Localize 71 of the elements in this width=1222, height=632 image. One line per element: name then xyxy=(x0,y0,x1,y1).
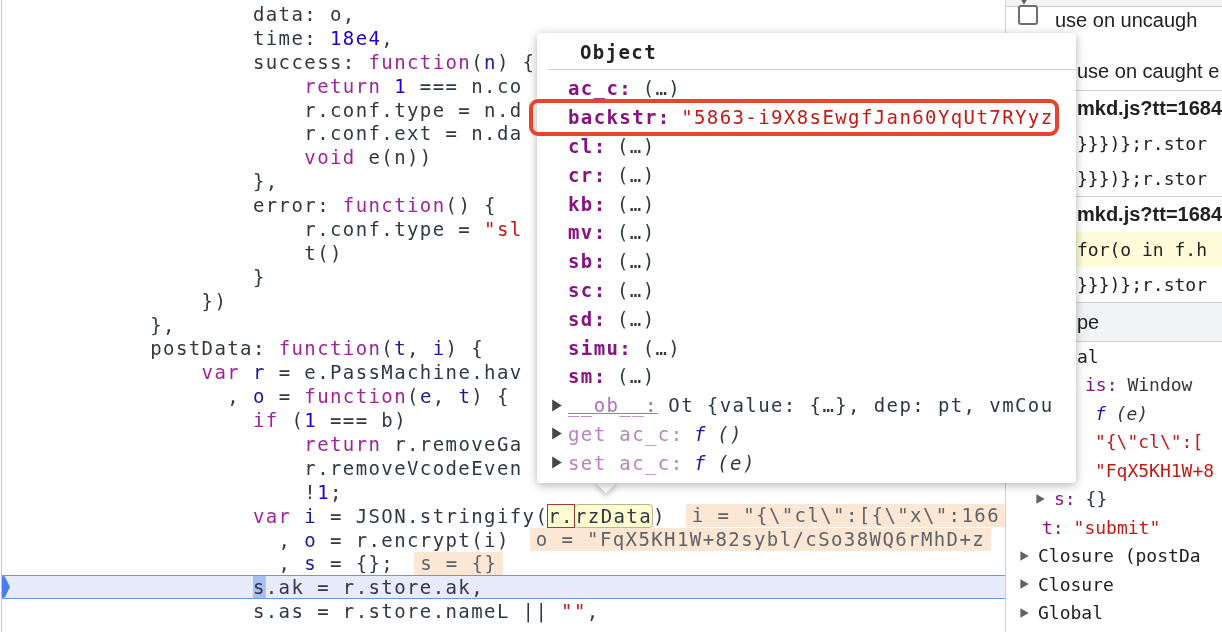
code-line: t() xyxy=(303,241,343,264)
execution-arrow-icon xyxy=(2,576,10,599)
code-line: return 1 === n.co xyxy=(303,74,523,97)
triangle-icon[interactable] xyxy=(551,398,563,412)
triangle-icon[interactable] xyxy=(1034,492,1046,505)
code-line: , s = {}; xyxy=(277,552,395,575)
code-line: } xyxy=(251,265,266,288)
code-line: var r = e.PassMachine.hav xyxy=(200,361,523,384)
triangle-icon[interactable] xyxy=(551,427,563,441)
scope-variable: t: "submit" xyxy=(1042,516,1161,538)
code-line: r.removeVcodeEven xyxy=(303,456,523,479)
checkbox[interactable] xyxy=(1018,5,1038,25)
triangle-icon[interactable] xyxy=(1018,549,1030,562)
property: __ob__: Ot {value: {…}, dep: pt, vmCou xyxy=(568,394,1054,417)
scope-label[interactable]: Closure xyxy=(1038,573,1114,595)
triangle-icon[interactable] xyxy=(551,456,563,470)
property: mv: (…) xyxy=(568,221,656,244)
property: kb: (…) xyxy=(568,192,656,215)
property: sm: (…) xyxy=(568,365,656,388)
code-line: , o = r.encrypt(i) xyxy=(277,528,510,551)
file-name: mkd.js?tt=1684 xyxy=(1077,97,1222,120)
code-line: time: 18e4, xyxy=(251,26,395,49)
code-line: }, xyxy=(149,313,176,336)
triangle-icon[interactable] xyxy=(1018,578,1030,591)
scope-variable: f (e) xyxy=(1093,402,1149,424)
scope-label[interactable]: Closure (postDa xyxy=(1038,545,1201,567)
scope-variable: s: {} xyxy=(1054,488,1108,510)
property: sc: (…) xyxy=(568,278,656,301)
code-line: success: function(n) { xyxy=(251,50,536,73)
property: cl: (…) xyxy=(568,135,656,157)
code-line: if (1 === b) xyxy=(251,409,408,432)
code-line: postData: function(t, i) { xyxy=(149,337,485,360)
scope-variable: "FqX5KH1W+8 xyxy=(1093,459,1215,481)
code-line: var i = JSON.stringify(r.rzData) xyxy=(251,504,666,527)
triangle-icon[interactable] xyxy=(1018,606,1030,619)
code-line: r.conf.ext = n.da xyxy=(303,122,523,145)
scope-label[interactable]: al xyxy=(1077,345,1099,367)
property: cr: (…) xyxy=(568,163,656,186)
code-line: error: function() { xyxy=(251,194,497,217)
breakpoint-code[interactable]: }}})};r.stor xyxy=(1077,274,1208,295)
code-line: , o = function(e, t) { xyxy=(226,385,510,408)
code-line: }, xyxy=(251,170,279,193)
section-title: pe xyxy=(1077,310,1100,334)
property: sd: (…) xyxy=(568,307,656,330)
inline-value: i = "{\"cl\":[{\"x\":166 xyxy=(685,504,1005,528)
code-line: }) xyxy=(200,289,228,312)
option-label: use on uncaugh xyxy=(1055,8,1198,32)
scope-label[interactable]: Global xyxy=(1038,602,1104,624)
property: simu: (…) xyxy=(568,336,682,359)
inline-value: s = {} xyxy=(414,551,504,575)
code-line: !1; xyxy=(303,480,343,503)
property: backstr: "5863-i9X8sEwgfJan60YqUt7RYyz xyxy=(568,106,1054,129)
option-label: use on caught e xyxy=(1077,60,1220,83)
code-line: data: o, xyxy=(251,2,356,25)
file-name: mkd.js?tt=1684 xyxy=(1077,203,1222,226)
scope-variable: "{\"cl\":[ xyxy=(1093,431,1204,453)
scope-variable: is: Window xyxy=(1085,374,1193,396)
code-line: void e(n)) xyxy=(303,146,433,169)
inline-value: o = "FqX5KH1W+82sybl/cSo38WQ6rMhD+z xyxy=(529,528,992,552)
property: get ac_c: f () xyxy=(568,422,743,445)
breakpoint-code[interactable]: }}})};r.stor xyxy=(1077,168,1208,189)
breakpoint-code[interactable]: for(o in f.h xyxy=(1077,239,1208,260)
section-header[interactable] xyxy=(1006,0,1222,7)
property: set ac_c: f (e) xyxy=(568,451,756,474)
code-line: r.conf.type = n.d xyxy=(303,98,523,121)
code-line: return r.removeGa xyxy=(303,432,523,455)
property: sb: (…) xyxy=(568,250,656,273)
code-line: s.as = r.store.nameL || "", xyxy=(251,600,600,623)
code-line: r.conf.type = "sl xyxy=(303,217,523,240)
breakpoint-code[interactable]: }}})};r.stor xyxy=(1077,133,1208,154)
popover-title: Object xyxy=(548,33,1076,70)
